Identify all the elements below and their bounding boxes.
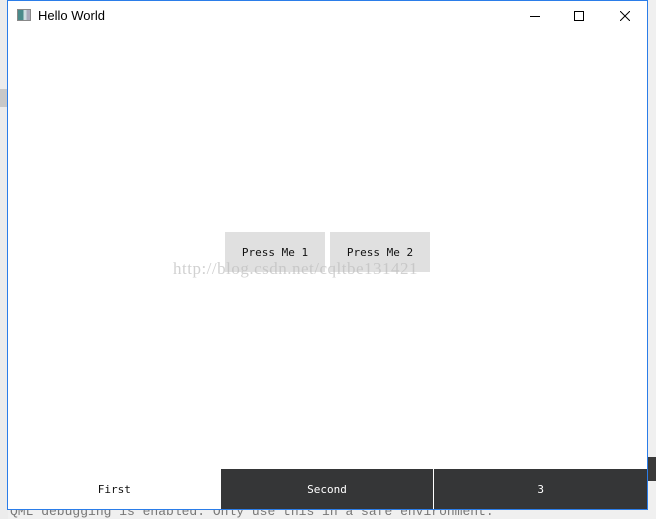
close-button[interactable] [602,1,648,31]
tab-bar: First Second 3 [8,469,648,509]
press-me-2-button[interactable]: Press Me 2 [330,232,430,272]
app-icon [17,9,31,21]
content-area: Press Me 1 Press Me 2 http://blog.csdn.n… [8,31,647,471]
background-panel-edge [648,457,656,481]
tab-3[interactable]: 3 [433,469,648,509]
window-title: Hello World [38,8,105,23]
minimize-icon [530,16,540,17]
title-bar[interactable]: Hello World [8,1,647,31]
tab-second[interactable]: Second [220,469,434,509]
close-icon [620,11,630,21]
maximize-button[interactable] [556,1,602,31]
press-me-1-button[interactable]: Press Me 1 [225,232,325,272]
minimize-button[interactable] [512,1,558,31]
app-window: Hello World Press Me 1 Press Me 2 http:/… [7,0,648,510]
tab-first[interactable]: First [8,469,221,509]
maximize-icon [574,11,584,21]
